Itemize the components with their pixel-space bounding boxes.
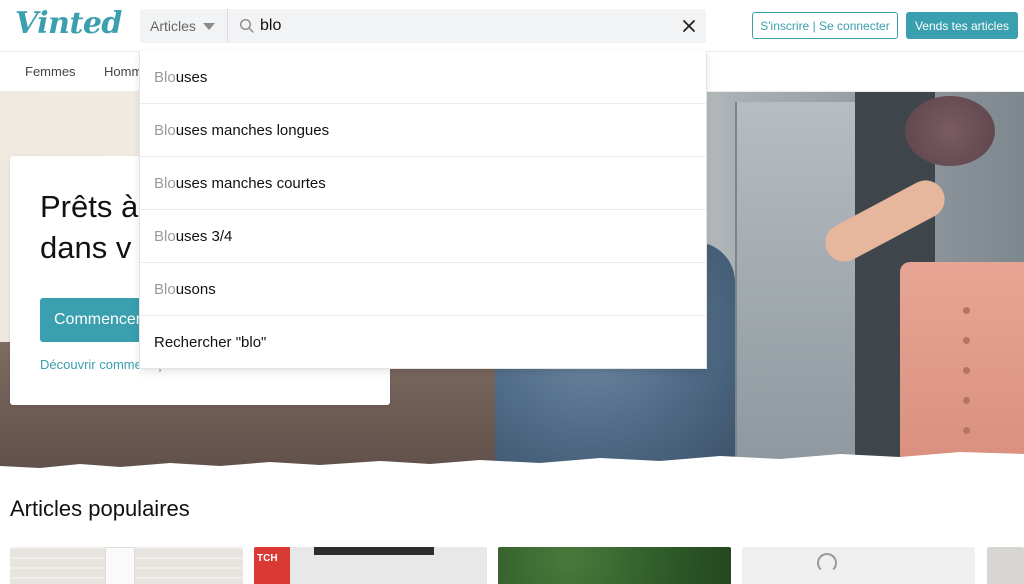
sell-items-button[interactable]: Vends tes articles [906,12,1018,39]
nav-item-femmes[interactable]: Femmes [25,64,76,79]
hanger-icon [817,553,837,573]
search-bar: Articles [140,9,706,43]
search-suggestions-dropdown: Blo uses Blo uses manches longues Blo uses … [139,51,707,369]
suggestion-item[interactable]: Blo uses manches courtes [140,157,706,210]
suggestion-item[interactable]: Blo uses manches longues [140,104,706,157]
hero-image-dresser [735,102,855,462]
popular-item-card[interactable]: TCH [254,547,487,584]
item-photo-label: TCH [254,547,290,584]
suggestion-match: Blo [154,68,176,86]
hero-image-shirt [900,262,1024,470]
category-select-label: Articles [150,18,196,34]
suggestion-rest: usons [175,280,216,298]
suggestion-item[interactable]: Blo uses [140,51,706,104]
suggestion-rest: uses [175,68,208,86]
search-all-item[interactable]: Rechercher "blo" [140,316,706,369]
popular-item-card[interactable] [10,547,243,584]
suggestion-match: Blo [154,280,176,298]
section-title-popular: Articles populaires [10,496,190,521]
header: Vinted Articles S'inscrire | Se connecte… [0,0,1024,52]
suggestion-match: Blo [154,121,176,139]
category-select[interactable]: Articles [140,9,228,43]
chevron-down-icon [202,22,215,30]
vinted-logo[interactable]: Vinted [15,6,122,41]
nav-item-hommes[interactable]: Homm [104,64,142,79]
suggestion-rest: uses manches longues [175,121,330,139]
suggestion-item[interactable]: Blo uses 3/4 [140,210,706,263]
popular-item-card[interactable] [498,547,731,584]
torn-edge [0,452,1024,470]
suggestion-rest: uses 3/4 [175,227,233,245]
hero-image-plant [905,96,995,166]
suggestion-match: Blo [154,174,176,192]
suggestion-item[interactable]: Blo usons [140,263,706,316]
search-input[interactable] [258,9,658,43]
close-icon[interactable] [680,17,698,35]
search-all-label: Rechercher "blo" [154,334,267,351]
suggestion-match: Blo [154,227,176,245]
item-photo [314,547,434,555]
suggestion-rest: uses manches courtes [175,174,326,192]
search-icon [239,18,254,33]
popular-item-card[interactable] [987,547,1024,584]
popular-item-card[interactable] [742,547,975,584]
item-photo [105,547,135,584]
signup-login-button[interactable]: S'inscrire | Se connecter [752,12,898,39]
